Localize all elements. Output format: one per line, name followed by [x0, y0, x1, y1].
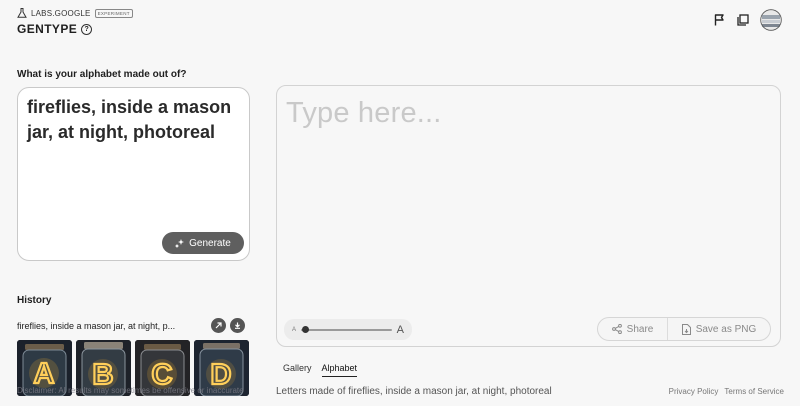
share-label: Share: [626, 323, 654, 335]
prompt-input[interactable]: fireflies, inside a mason jar, at night,…: [17, 87, 250, 261]
experiment-badge: EXPERIMENT: [94, 8, 133, 18]
flask-icon: [17, 8, 27, 18]
save-label: Save as PNG: [695, 323, 757, 335]
sparkle-icon: [175, 238, 185, 248]
arrow-up-right-icon: [215, 322, 222, 329]
prompt-text[interactable]: fireflies, inside a mason jar, at night,…: [27, 95, 237, 145]
letter-size-slider[interactable]: A A: [284, 319, 412, 340]
save-png-button[interactable]: Save as PNG: [668, 318, 770, 340]
app-title: GENTYPE ?: [17, 22, 93, 36]
alphabet-caption: Letters made of fireflies, inside a maso…: [276, 386, 552, 397]
size-small-label: A: [292, 326, 297, 333]
slider-track[interactable]: [301, 326, 392, 333]
download-icon: [235, 322, 240, 329]
tab-alphabet[interactable]: Alphabet: [321, 363, 358, 377]
slider-thumb[interactable]: [302, 326, 310, 333]
footer-links: Privacy Policy Terms of Service: [669, 387, 784, 396]
view-tabs: Gallery Alphabet: [283, 363, 358, 377]
share-icon: [611, 324, 622, 334]
history-item[interactable]: fireflies, inside a mason jar, at night,…: [17, 318, 252, 333]
labs-brand[interactable]: LABS.GOOGLE EXPERIMENT: [17, 8, 133, 18]
open-history-button[interactable]: [211, 318, 226, 333]
app-title-text: GENTYPE: [17, 22, 78, 36]
type-canvas[interactable]: Type here... A A Share Save as PNG: [276, 85, 781, 347]
collection-icon[interactable]: [736, 13, 750, 27]
top-toolbar: [712, 9, 782, 31]
ai-disclaimer: Disclaimer: AI results may sometimes be …: [17, 386, 244, 395]
size-large-label: A: [396, 323, 404, 336]
flag-icon[interactable]: [712, 13, 726, 27]
history-heading: History: [17, 295, 52, 306]
download-history-button[interactable]: [230, 318, 245, 333]
canvas-placeholder[interactable]: Type here...: [286, 97, 442, 130]
canvas-actions: Share Save as PNG: [597, 317, 771, 341]
prompt-label: What is your alphabet made out of?: [17, 69, 187, 80]
generate-button[interactable]: Generate: [162, 232, 244, 254]
privacy-policy-link[interactable]: Privacy Policy: [669, 387, 719, 396]
generate-label: Generate: [189, 237, 231, 249]
avatar[interactable]: [760, 9, 782, 31]
tab-gallery[interactable]: Gallery: [283, 363, 312, 377]
terms-of-service-link[interactable]: Terms of Service: [724, 387, 784, 396]
history-item-text[interactable]: fireflies, inside a mason jar, at night,…: [17, 321, 207, 331]
share-button[interactable]: Share: [598, 318, 668, 340]
question-circle-icon[interactable]: ?: [81, 23, 93, 35]
brand-text: LABS.GOOGLE: [31, 8, 91, 18]
file-download-icon: [681, 323, 691, 335]
